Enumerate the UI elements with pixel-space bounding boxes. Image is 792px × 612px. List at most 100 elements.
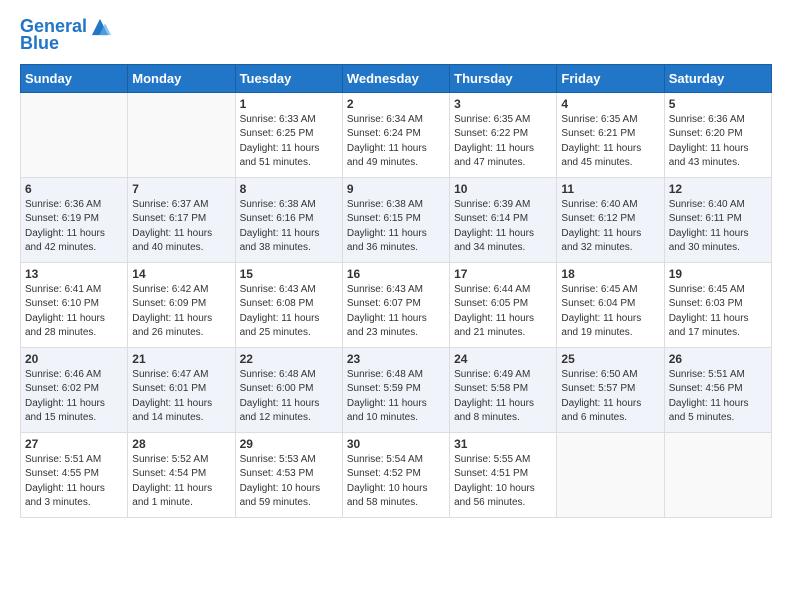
calendar-cell: 20 Sunrise: 6:46 AM Sunset: 6:02 PM Dayli… bbox=[21, 347, 128, 432]
day-info: Sunrise: 5:52 AM Sunset: 4:54 PM Dayligh… bbox=[132, 454, 212, 509]
header: General Blue bbox=[20, 16, 772, 54]
calendar-header: SundayMondayTuesdayWednesdayThursdayFrid… bbox=[21, 64, 772, 92]
weekday-header-sunday: Sunday bbox=[21, 64, 128, 92]
day-info: Sunrise: 6:45 AM Sunset: 6:04 PM Dayligh… bbox=[561, 284, 641, 339]
logo-icon bbox=[89, 16, 111, 38]
calendar-week-row: 20 Sunrise: 6:46 AM Sunset: 6:02 PM Dayli… bbox=[21, 347, 772, 432]
calendar-cell: 28 Sunrise: 5:52 AM Sunset: 4:54 PM Dayli… bbox=[128, 432, 235, 517]
day-info: Sunrise: 6:37 AM Sunset: 6:17 PM Dayligh… bbox=[132, 199, 212, 254]
calendar-cell: 16 Sunrise: 6:43 AM Sunset: 6:07 PM Dayli… bbox=[342, 262, 449, 347]
day-info: Sunrise: 6:44 AM Sunset: 6:05 PM Dayligh… bbox=[454, 284, 534, 339]
calendar-body: 1 Sunrise: 6:33 AM Sunset: 6:25 PM Daylig… bbox=[21, 92, 772, 517]
weekday-header-thursday: Thursday bbox=[450, 64, 557, 92]
day-number: 26 bbox=[669, 352, 767, 366]
day-number: 7 bbox=[132, 182, 230, 196]
day-info: Sunrise: 6:40 AM Sunset: 6:11 PM Dayligh… bbox=[669, 199, 749, 254]
day-number: 4 bbox=[561, 97, 659, 111]
calendar-cell bbox=[664, 432, 771, 517]
calendar-week-row: 1 Sunrise: 6:33 AM Sunset: 6:25 PM Daylig… bbox=[21, 92, 772, 177]
day-number: 9 bbox=[347, 182, 445, 196]
day-info: Sunrise: 6:47 AM Sunset: 6:01 PM Dayligh… bbox=[132, 369, 212, 424]
calendar-table: SundayMondayTuesdayWednesdayThursdayFrid… bbox=[20, 64, 772, 518]
day-number: 24 bbox=[454, 352, 552, 366]
day-number: 20 bbox=[25, 352, 123, 366]
calendar-cell: 23 Sunrise: 6:48 AM Sunset: 5:59 PM Dayli… bbox=[342, 347, 449, 432]
calendar-cell: 9 Sunrise: 6:38 AM Sunset: 6:15 PM Daylig… bbox=[342, 177, 449, 262]
calendar-cell: 22 Sunrise: 6:48 AM Sunset: 6:00 PM Dayli… bbox=[235, 347, 342, 432]
day-info: Sunrise: 6:36 AM Sunset: 6:19 PM Dayligh… bbox=[25, 199, 105, 254]
weekday-header-saturday: Saturday bbox=[664, 64, 771, 92]
calendar-cell: 17 Sunrise: 6:44 AM Sunset: 6:05 PM Dayli… bbox=[450, 262, 557, 347]
day-info: Sunrise: 6:35 AM Sunset: 6:22 PM Dayligh… bbox=[454, 114, 534, 169]
day-number: 30 bbox=[347, 437, 445, 451]
weekday-header-row: SundayMondayTuesdayWednesdayThursdayFrid… bbox=[21, 64, 772, 92]
calendar-cell: 27Sunrise: 5:51 AM Sunset: 4:55 PM Dayli… bbox=[21, 432, 128, 517]
day-number: 29 bbox=[240, 437, 338, 451]
day-info: Sunrise: 5:54 AM Sunset: 4:52 PM Dayligh… bbox=[347, 454, 428, 509]
calendar-cell: 3 Sunrise: 6:35 AM Sunset: 6:22 PM Daylig… bbox=[450, 92, 557, 177]
calendar-cell: 15Sunrise: 6:43 AM Sunset: 6:08 PM Dayli… bbox=[235, 262, 342, 347]
logo: General Blue bbox=[20, 16, 111, 54]
day-number: 1 bbox=[240, 97, 338, 111]
calendar-cell: 13 Sunrise: 6:41 AM Sunset: 6:10 PM Dayli… bbox=[21, 262, 128, 347]
calendar-cell bbox=[21, 92, 128, 177]
day-info: Sunrise: 6:50 AM Sunset: 5:57 PM Dayligh… bbox=[561, 369, 641, 424]
page: General Blue SundayMondayTuesdayWednesda… bbox=[0, 0, 792, 612]
day-info: Sunrise: 6:42 AM Sunset: 6:09 PM Dayligh… bbox=[132, 284, 212, 339]
weekday-header-tuesday: Tuesday bbox=[235, 64, 342, 92]
day-info: Sunrise: 6:46 AM Sunset: 6:02 PM Dayligh… bbox=[25, 369, 105, 424]
calendar-week-row: 27Sunrise: 5:51 AM Sunset: 4:55 PM Dayli… bbox=[21, 432, 772, 517]
weekday-header-wednesday: Wednesday bbox=[342, 64, 449, 92]
calendar-cell: 12 Sunrise: 6:40 AM Sunset: 6:11 PM Dayli… bbox=[664, 177, 771, 262]
day-info: Sunrise: 5:55 AM Sunset: 4:51 PM Dayligh… bbox=[454, 454, 535, 509]
day-number: 28 bbox=[132, 437, 230, 451]
calendar-cell: 14Sunrise: 6:42 AM Sunset: 6:09 PM Dayli… bbox=[128, 262, 235, 347]
day-number: 3 bbox=[454, 97, 552, 111]
day-number: 25 bbox=[561, 352, 659, 366]
day-number: 27 bbox=[25, 437, 123, 451]
calendar-cell bbox=[557, 432, 664, 517]
calendar-cell: 6 Sunrise: 6:36 AM Sunset: 6:19 PM Daylig… bbox=[21, 177, 128, 262]
calendar-cell: 24 Sunrise: 6:49 AM Sunset: 5:58 PM Dayli… bbox=[450, 347, 557, 432]
day-info: Sunrise: 6:40 AM Sunset: 6:12 PM Dayligh… bbox=[561, 199, 641, 254]
calendar-cell: 1 Sunrise: 6:33 AM Sunset: 6:25 PM Daylig… bbox=[235, 92, 342, 177]
day-number: 17 bbox=[454, 267, 552, 281]
day-number: 12 bbox=[669, 182, 767, 196]
calendar-cell bbox=[128, 92, 235, 177]
day-info: Sunrise: 6:48 AM Sunset: 5:59 PM Dayligh… bbox=[347, 369, 427, 424]
day-number: 21 bbox=[132, 352, 230, 366]
day-info: Sunrise: 6:45 AM Sunset: 6:03 PM Dayligh… bbox=[669, 284, 749, 339]
day-number: 10 bbox=[454, 182, 552, 196]
day-info: Sunrise: 6:38 AM Sunset: 6:15 PM Dayligh… bbox=[347, 199, 427, 254]
day-number: 23 bbox=[347, 352, 445, 366]
day-info: Sunrise: 6:38 AM Sunset: 6:16 PM Dayligh… bbox=[240, 199, 320, 254]
day-info: Sunrise: 6:41 AM Sunset: 6:10 PM Dayligh… bbox=[25, 284, 105, 339]
day-info: Sunrise: 6:48 AM Sunset: 6:00 PM Dayligh… bbox=[240, 369, 320, 424]
calendar-cell: 21 Sunrise: 6:47 AM Sunset: 6:01 PM Dayli… bbox=[128, 347, 235, 432]
calendar-cell: 10Sunrise: 6:39 AM Sunset: 6:14 PM Dayli… bbox=[450, 177, 557, 262]
day-number: 16 bbox=[347, 267, 445, 281]
calendar-cell: 4 Sunrise: 6:35 AM Sunset: 6:21 PM Daylig… bbox=[557, 92, 664, 177]
day-number: 31 bbox=[454, 437, 552, 451]
day-info: Sunrise: 6:49 AM Sunset: 5:58 PM Dayligh… bbox=[454, 369, 534, 424]
calendar-cell: 30 Sunrise: 5:54 AM Sunset: 4:52 PM Dayli… bbox=[342, 432, 449, 517]
weekday-header-friday: Friday bbox=[557, 64, 664, 92]
calendar-cell: 8Sunrise: 6:38 AM Sunset: 6:16 PM Daylig… bbox=[235, 177, 342, 262]
day-number: 15 bbox=[240, 267, 338, 281]
weekday-header-monday: Monday bbox=[128, 64, 235, 92]
day-info: Sunrise: 5:53 AM Sunset: 4:53 PM Dayligh… bbox=[240, 454, 321, 509]
calendar-cell: 5Sunrise: 6:36 AM Sunset: 6:20 PM Daylig… bbox=[664, 92, 771, 177]
day-number: 13 bbox=[25, 267, 123, 281]
calendar-cell: 2Sunrise: 6:34 AM Sunset: 6:24 PM Daylig… bbox=[342, 92, 449, 177]
day-number: 6 bbox=[25, 182, 123, 196]
calendar-cell: 7 Sunrise: 6:37 AM Sunset: 6:17 PM Daylig… bbox=[128, 177, 235, 262]
day-number: 19 bbox=[669, 267, 767, 281]
calendar-cell: 11 Sunrise: 6:40 AM Sunset: 6:12 PM Dayli… bbox=[557, 177, 664, 262]
day-number: 2 bbox=[347, 97, 445, 111]
day-number: 11 bbox=[561, 182, 659, 196]
day-info: Sunrise: 6:35 AM Sunset: 6:21 PM Dayligh… bbox=[561, 114, 641, 169]
day-info: Sunrise: 6:43 AM Sunset: 6:07 PM Dayligh… bbox=[347, 284, 427, 339]
day-info: Sunrise: 6:33 AM Sunset: 6:25 PM Dayligh… bbox=[240, 114, 320, 169]
day-number: 22 bbox=[240, 352, 338, 366]
calendar-week-row: 6 Sunrise: 6:36 AM Sunset: 6:19 PM Daylig… bbox=[21, 177, 772, 262]
